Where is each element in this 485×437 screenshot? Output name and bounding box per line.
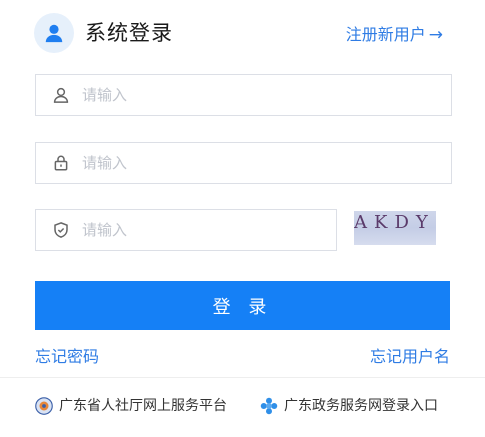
hrss-platform-label: 广东省人社厅网上服务平台 bbox=[59, 398, 227, 414]
captcha-field[interactable] bbox=[35, 209, 337, 251]
captcha-input[interactable] bbox=[80, 220, 304, 240]
username-field[interactable] bbox=[35, 74, 452, 116]
login-button[interactable]: 登 录 bbox=[35, 281, 450, 330]
register-link-label: 注册新用户 bbox=[345, 25, 426, 44]
user-outline-icon bbox=[51, 85, 71, 105]
user-icon bbox=[45, 24, 63, 43]
lock-icon bbox=[51, 153, 71, 173]
captcha-image[interactable]: AKDY bbox=[354, 211, 436, 245]
divider bbox=[0, 377, 485, 378]
gov-service-link[interactable]: 广东政务服务网登录入口 bbox=[260, 396, 438, 416]
captcha-text: AKDY bbox=[354, 212, 435, 233]
forgot-password-link[interactable]: 忘记密码 bbox=[35, 346, 99, 368]
page-title: 系统登录 bbox=[85, 21, 173, 45]
emblem-icon bbox=[35, 397, 53, 415]
arrow-right-icon: → bbox=[428, 25, 443, 45]
username-input[interactable] bbox=[80, 85, 384, 105]
forgot-username-link[interactable]: 忘记用户名 bbox=[370, 346, 450, 368]
shield-icon bbox=[51, 220, 71, 240]
avatar bbox=[34, 13, 74, 53]
gov-service-label: 广东政务服务网登录入口 bbox=[284, 398, 438, 414]
gov-service-logo-icon bbox=[260, 397, 278, 415]
register-link[interactable]: 注册新用户 → bbox=[346, 24, 443, 46]
password-input[interactable] bbox=[80, 153, 384, 173]
hrss-platform-link[interactable]: 广东省人社厅网上服务平台 bbox=[35, 396, 227, 416]
password-field[interactable] bbox=[35, 142, 452, 184]
